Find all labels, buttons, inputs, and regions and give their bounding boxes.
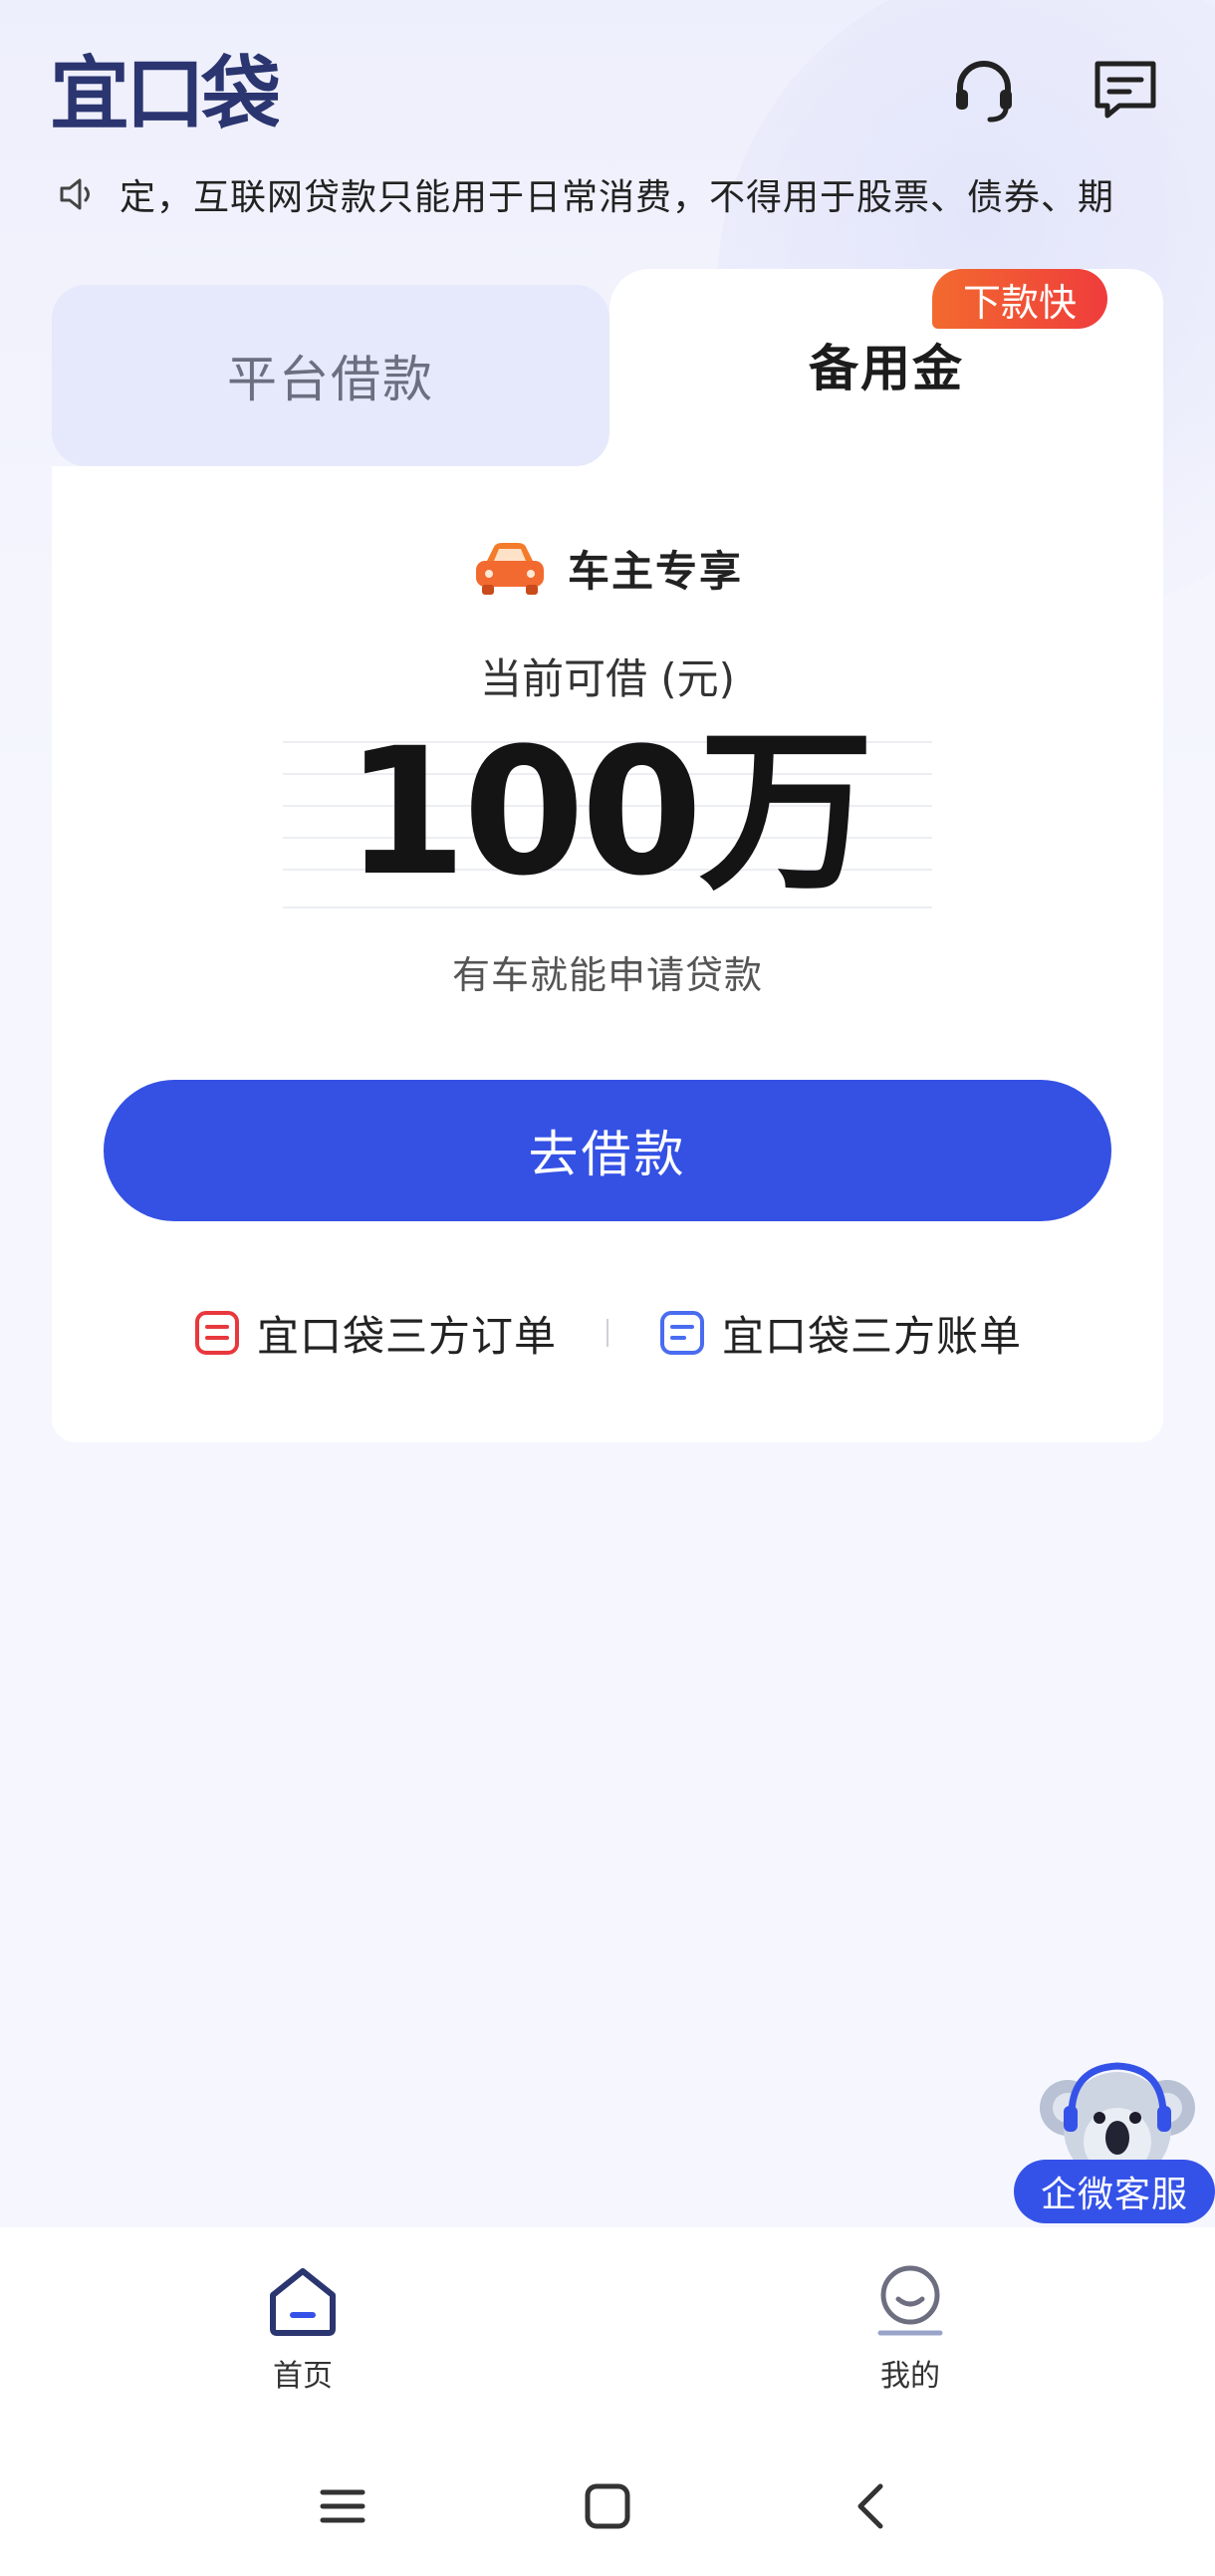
link-label: 宜口袋三方订单: [256, 1311, 557, 1361]
amount-value: 100万: [345, 710, 873, 914]
system-nav-bar: [0, 2433, 1215, 2576]
fast-badge: 下款快: [932, 269, 1107, 329]
headset-icon[interactable]: [944, 50, 1024, 129]
amount-subtitle: 有车就能申请贷款: [451, 953, 763, 997]
logo-text: 宜口袋: [50, 48, 279, 139]
notice-text: 定，互联网贷款只能用于日常消费，不得用于股票、债券、期: [120, 177, 1115, 218]
home-icon: [265, 2263, 341, 2339]
header: 宜口袋: [0, 0, 1215, 179]
links-row: 宜口袋三方订单 宜口袋三方账单: [52, 1293, 1163, 1373]
tag-row: 车主专享: [52, 538, 1163, 599]
tab-label: 备用金: [809, 340, 964, 397]
bill-icon: [658, 1307, 706, 1359]
square-home-icon[interactable]: [578, 2476, 637, 2536]
nav-label: 首页: [273, 2359, 333, 2394]
bottom-nav: 首页 我的: [0, 2227, 1215, 2433]
loan-card: 平台借款 备用金 下款快 车主专享 当前可借 (元) 100万 有车就能申请贷款…: [52, 269, 1163, 1442]
nav-home[interactable]: 首页: [203, 2263, 402, 2413]
nav-label: 我的: [880, 2359, 940, 2394]
link-third-party-bills[interactable]: 宜口袋三方账单: [658, 1303, 1022, 1364]
tag-label: 车主专享: [567, 547, 743, 596]
tab-label: 平台借款: [227, 351, 434, 408]
app-screen: 宜口袋 定，互联网贷款只能用于日常消费，不得用于股票、债券、期 平台借款 备用金…: [0, 0, 1215, 2576]
link-divider: [607, 1319, 608, 1347]
card-body: 车主专享 当前可借 (元) 100万 有车就能申请贷款 去借款 宜口袋三方订单 …: [52, 432, 1163, 1442]
link-label: 宜口袋三方账单: [722, 1311, 1023, 1361]
message-icon[interactable]: [1086, 50, 1165, 129]
speaker-icon: [56, 172, 100, 216]
link-third-party-orders[interactable]: 宜口袋三方订单: [193, 1303, 557, 1364]
amount-label: 当前可借 (元): [479, 654, 736, 703]
notice-bar[interactable]: 定，互联网贷款只能用于日常消费，不得用于股票、债券、期: [56, 164, 1161, 224]
back-icon[interactable]: [843, 2476, 902, 2536]
borrow-button[interactable]: 去借款: [104, 1080, 1111, 1221]
logo-wordmark: 宜口袋: [50, 48, 285, 140]
app-logo: 宜口袋: [50, 40, 285, 140]
wecom-support-float[interactable]: 企微客服: [1014, 2052, 1215, 2231]
wecom-support-label: 企微客服: [1014, 2160, 1215, 2223]
tab-platform-loan[interactable]: 平台借款: [52, 285, 609, 466]
profile-icon: [872, 2263, 948, 2339]
order-icon: [193, 1307, 241, 1359]
nav-mine[interactable]: 我的: [811, 2263, 1010, 2413]
car-icon: [472, 539, 548, 599]
menu-icon[interactable]: [313, 2476, 372, 2536]
